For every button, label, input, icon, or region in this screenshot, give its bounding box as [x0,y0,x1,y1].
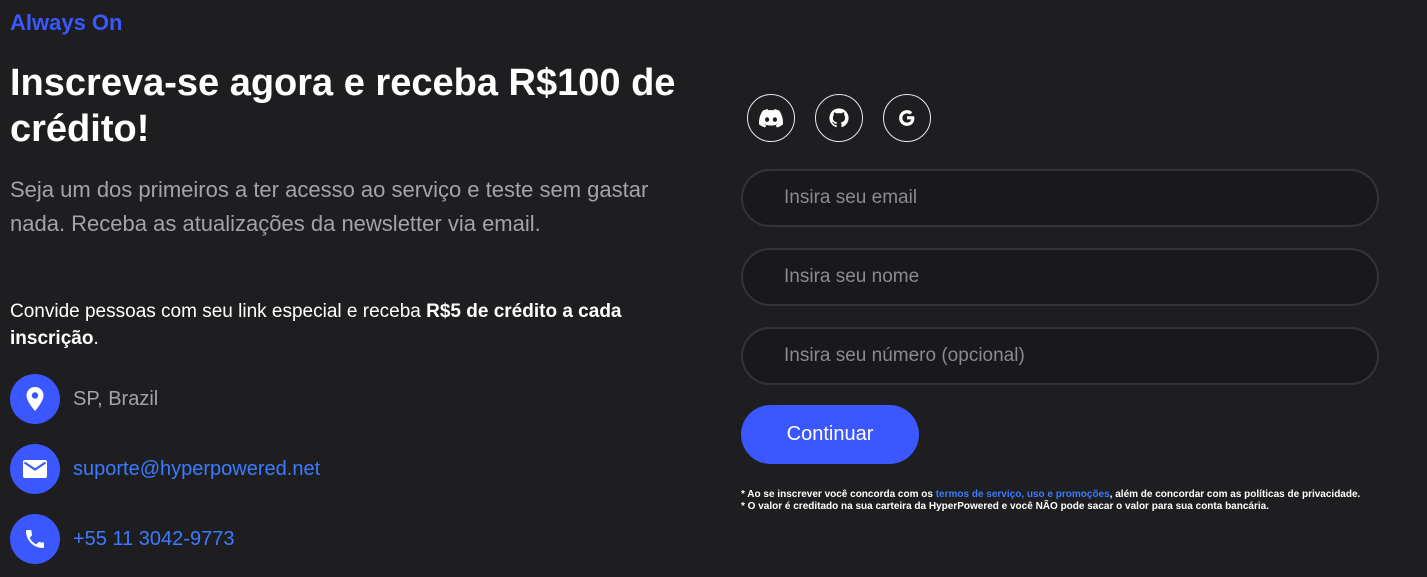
github-icon [829,108,849,128]
name-field[interactable] [741,248,1379,306]
terms-link[interactable]: termos de serviço, uso e promoções [936,489,1110,500]
phone-icon [10,514,60,564]
contact-location-text: SP, Brazil [73,387,159,410]
brand-logo[interactable]: Always On [10,10,122,36]
invite-text-start: Convide pessoas com seu link especial e … [10,301,427,322]
google-login-button[interactable] [883,94,931,142]
google-icon [899,110,915,126]
github-login-button[interactable] [815,94,863,142]
terms-note: * Ao se inscrever você concorda com os t… [741,489,1421,501]
contact-email[interactable]: suporte@hyperpowered.net [10,444,320,494]
location-pin-icon [10,374,60,424]
discord-icon [759,108,783,127]
contact-email-link[interactable]: suporte@hyperpowered.net [73,458,320,481]
email-field[interactable] [741,169,1379,227]
page-title: Inscreva-se agora e receba R$100 de créd… [10,62,676,150]
contact-phone-link[interactable]: +55 11 3042-9773 [73,528,234,551]
mail-icon [10,444,60,494]
credit-note: * O valor é creditado na sua carteira da… [741,501,1269,512]
continue-button[interactable]: Continuar [741,405,919,464]
terms-note-end: , além de concordar com as políticas de … [1109,489,1361,500]
terms-note-start: * Ao se inscrever você concorda com os [741,489,936,500]
disclaimer-notes: * Ao se inscrever você concorda com os t… [741,489,1421,513]
invite-text: Convide pessoas com seu link especial e … [10,298,670,352]
invite-text-end: . [93,328,99,349]
contact-location: SP, Brazil [10,374,158,424]
social-login-row [747,94,951,142]
contact-phone[interactable]: +55 11 3042-9773 [10,514,234,564]
discord-login-button[interactable] [747,94,795,142]
page-subtitle: Seja um dos primeiros a ter acesso ao se… [10,177,649,236]
phone-field[interactable] [741,327,1379,385]
